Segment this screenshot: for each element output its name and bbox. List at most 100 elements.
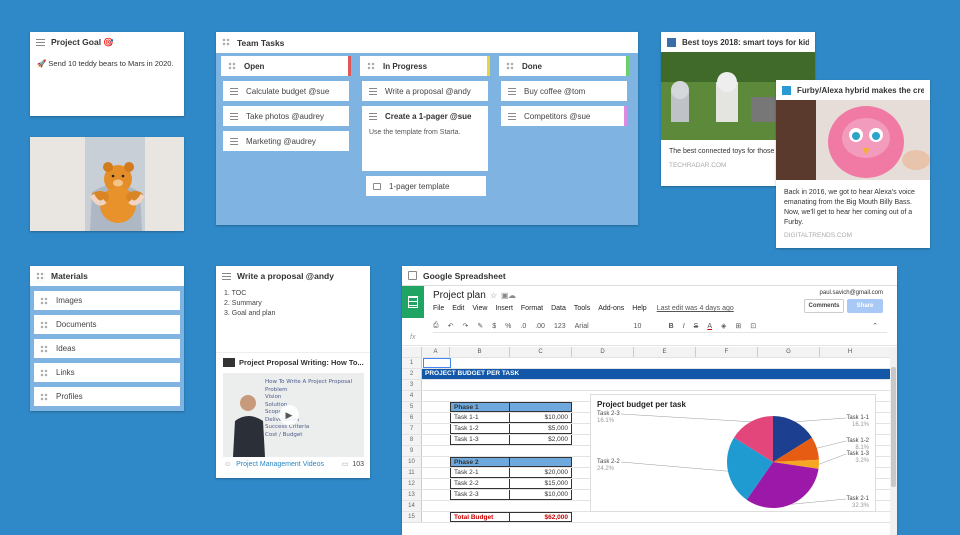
- number-format-select[interactable]: 123: [554, 323, 566, 330]
- share-button[interactable]: Share: [847, 299, 883, 313]
- italic-icon[interactable]: I: [683, 323, 685, 330]
- row-header[interactable]: 6: [402, 413, 422, 423]
- strikethrough-icon[interactable]: S: [694, 323, 699, 330]
- row-header[interactable]: 8: [402, 435, 422, 445]
- star-icon[interactable]: ☆: [490, 291, 497, 300]
- formula-bar[interactable]: fx: [402, 334, 897, 346]
- decimal-increase-icon[interactable]: .00: [535, 323, 545, 330]
- bold-icon[interactable]: B: [669, 323, 674, 330]
- paint-format-icon[interactable]: ✎: [477, 322, 483, 330]
- column-in-progress[interactable]: In Progress Write a proposal @andy Creat…: [358, 54, 492, 224]
- menu-data[interactable]: Data: [551, 305, 566, 312]
- menu-format[interactable]: Format: [521, 305, 543, 312]
- task-card[interactable]: Buy coffee @tom: [501, 81, 627, 101]
- task-value-cell[interactable]: $2,000: [510, 435, 572, 445]
- row-header[interactable]: 11: [402, 468, 422, 478]
- play-icon[interactable]: ▶: [279, 405, 299, 425]
- row-header[interactable]: 12: [402, 479, 422, 489]
- currency-icon[interactable]: $: [492, 323, 496, 330]
- row-header[interactable]: 15: [402, 512, 422, 522]
- task-name-cell[interactable]: Task 2-3: [450, 490, 510, 500]
- column-header[interactable]: C: [510, 347, 572, 357]
- column-header[interactable]: H: [820, 347, 880, 357]
- link-card-digitaltrends[interactable]: Furby/Alexa hybrid makes the cree... Bac…: [776, 80, 930, 248]
- task-name-cell[interactable]: Task 2-2: [450, 479, 510, 489]
- menu-edit[interactable]: Edit: [452, 305, 464, 312]
- attachment-card[interactable]: 1-pager template: [366, 176, 486, 196]
- task-value-cell[interactable]: $15,000: [510, 479, 572, 489]
- column-header[interactable]: G: [758, 347, 820, 357]
- materials-item[interactable]: Documents: [34, 315, 180, 334]
- column-open[interactable]: Open Calculate budget @sue Take photos @…: [219, 54, 353, 174]
- menu-help[interactable]: Help: [632, 305, 646, 312]
- total-value-cell[interactable]: $62,000: [510, 512, 572, 522]
- redo-icon[interactable]: ↷: [462, 322, 468, 330]
- column-header[interactable]: F: [696, 347, 758, 357]
- pie-chart[interactable]: Project budget per task Task 1-1 16.1% Tas…: [590, 394, 876, 512]
- percent-icon[interactable]: %: [505, 323, 511, 330]
- row-header[interactable]: 2: [402, 369, 422, 379]
- task-card[interactable]: Take photos @audrey: [223, 106, 349, 126]
- task-name-cell[interactable]: Task 1-1: [450, 413, 510, 423]
- row-header[interactable]: 10: [402, 457, 422, 467]
- task-name-cell[interactable]: Task 2-1: [450, 468, 510, 478]
- collapse-icon[interactable]: ⌃: [872, 322, 878, 330]
- menu-addons[interactable]: Add-ons: [598, 305, 624, 312]
- total-label-cell[interactable]: Total Budget: [450, 512, 510, 522]
- user-email[interactable]: paul.savich@gmail.com: [820, 290, 883, 296]
- last-edit-link[interactable]: Last edit was 4 days ago: [657, 305, 734, 312]
- video-player[interactable]: How To Write A Project Proposal Problem …: [223, 373, 364, 457]
- row-header[interactable]: 3: [402, 380, 422, 390]
- materials-board[interactable]: Materials Images Documents Ideas Links P…: [30, 266, 184, 411]
- row-header[interactable]: 4: [402, 391, 422, 401]
- team-tasks-board[interactable]: Team Tasks Open Calculate budget @sue Ta…: [216, 32, 638, 225]
- task-card[interactable]: Competitors @sue: [501, 106, 627, 126]
- materials-item[interactable]: Links: [34, 363, 180, 382]
- banner-cell[interactable]: PROJECT BUDGET PER TASK: [422, 369, 890, 379]
- fill-color-icon[interactable]: ◈: [721, 322, 726, 330]
- text-color-icon[interactable]: A: [707, 323, 712, 330]
- font-size-select[interactable]: 10: [634, 323, 660, 330]
- row-header[interactable]: 13: [402, 490, 422, 500]
- row-header[interactable]: 9: [402, 446, 422, 456]
- decimal-decrease-icon[interactable]: .0: [520, 323, 526, 330]
- menu-view[interactable]: View: [472, 305, 487, 312]
- column-done[interactable]: Done Buy coffee @tom Competitors @sue: [497, 54, 631, 150]
- font-select[interactable]: Arial: [575, 323, 625, 330]
- project-goal-card[interactable]: Project Goal 🎯 🚀 Send 10 teddy bears to …: [30, 32, 184, 116]
- menu-insert[interactable]: Insert: [495, 305, 513, 312]
- teddy-bear-image[interactable]: [30, 137, 184, 231]
- proposal-card[interactable]: Write a proposal @andy 1. TOC 2. Summary…: [216, 266, 370, 478]
- task-card[interactable]: Calculate budget @sue: [223, 81, 349, 101]
- borders-icon[interactable]: ⊞: [735, 322, 741, 330]
- task-value-cell[interactable]: $10,000: [510, 490, 572, 500]
- column-header[interactable]: A: [422, 347, 450, 357]
- column-header[interactable]: D: [572, 347, 634, 357]
- doc-title[interactable]: Project plan: [433, 290, 486, 301]
- task-value-cell[interactable]: $5,000: [510, 424, 572, 434]
- vertical-scrollbar[interactable]: [890, 347, 897, 535]
- row-header[interactable]: 1: [402, 358, 422, 368]
- task-card[interactable]: Write a proposal @andy: [362, 81, 488, 101]
- row-header[interactable]: 7: [402, 424, 422, 434]
- row-header[interactable]: 5: [402, 402, 422, 412]
- print-icon[interactable]: ⎙: [433, 322, 439, 330]
- materials-item[interactable]: Ideas: [34, 339, 180, 358]
- menu-tools[interactable]: Tools: [574, 305, 590, 312]
- selected-cell[interactable]: [423, 358, 451, 368]
- column-header[interactable]: E: [634, 347, 696, 357]
- task-value-cell[interactable]: $10,000: [510, 413, 572, 423]
- task-card[interactable]: Marketing @audrey: [223, 131, 349, 151]
- corner-cell[interactable]: [402, 347, 422, 357]
- spreadsheet-card[interactable]: Google Spreadsheet Project plan ☆ ▣ ☁ Fi…: [402, 266, 897, 535]
- materials-item[interactable]: Profiles: [34, 387, 180, 406]
- menu-file[interactable]: File: [433, 305, 444, 312]
- phase-cell[interactable]: Phase 2: [450, 457, 510, 467]
- video-channel[interactable]: Project Management Videos: [236, 461, 324, 468]
- row-header[interactable]: 14: [402, 501, 422, 511]
- task-card-expanded[interactable]: Create a 1-pager @sue Use the template f…: [362, 106, 488, 171]
- phase-cell[interactable]: Phase 1: [450, 402, 510, 412]
- comments-button[interactable]: Comments: [804, 299, 844, 313]
- task-name-cell[interactable]: Task 1-3: [450, 435, 510, 445]
- materials-item[interactable]: Images: [34, 291, 180, 310]
